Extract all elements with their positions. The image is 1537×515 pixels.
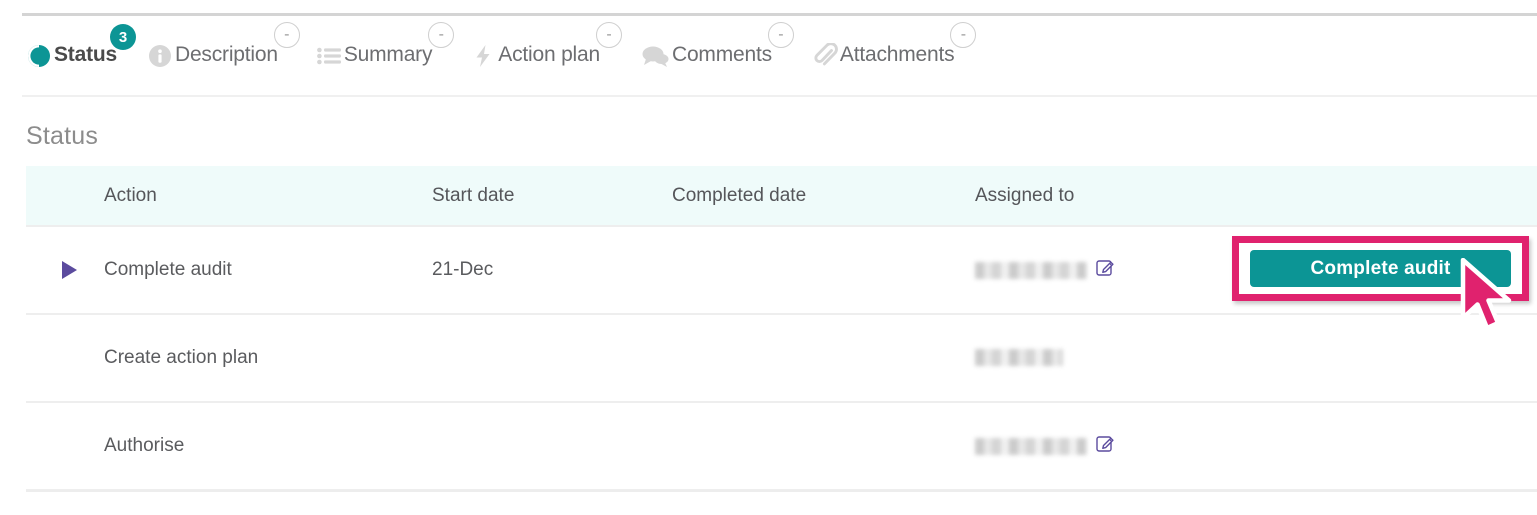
row-expand-cell: [26, 314, 104, 403]
tab-bar: Status 3 Description - Summary - Action …: [26, 22, 984, 84]
edit-assignee-icon[interactable]: [1096, 433, 1115, 458]
status-tab-panel: Status 3 Description - Summary - Action …: [0, 0, 1537, 515]
cell-completed-date: [672, 402, 975, 491]
row-expand-cell[interactable]: [26, 225, 104, 315]
tab-status[interactable]: Status 3: [26, 24, 136, 69]
info-circle-icon: [147, 43, 173, 69]
tab-action-plan[interactable]: Action plan -: [470, 22, 622, 69]
expand-caret-icon[interactable]: [62, 261, 77, 279]
column-header-action: Action: [104, 184, 157, 206]
cell-start-date: [432, 402, 672, 491]
complete-audit-button[interactable]: Complete audit: [1250, 250, 1511, 287]
table-header-row: Action Start date Completed date Assigne…: [26, 166, 1537, 226]
row-expand-cell: [26, 402, 104, 491]
lightning-bolt-icon: [470, 43, 496, 69]
status-actions-table: Action Start date Completed date Assigne…: [26, 166, 1537, 491]
edit-assignee-icon[interactable]: [1096, 257, 1115, 282]
contrast-circle-icon: [26, 43, 52, 69]
tab-action-plan-label: Action plan: [498, 43, 600, 66]
cell-assigned-to: [975, 225, 1243, 315]
table-row[interactable]: Create action plan: [26, 314, 1537, 403]
tab-status-badge: 3: [109, 24, 136, 50]
cell-start-date: [432, 314, 672, 403]
tab-comments-label: Comments: [671, 43, 772, 66]
tab-comments-badge: -: [767, 22, 794, 48]
cell-row-action: [1243, 402, 1537, 491]
tab-action-plan-badge: -: [595, 22, 622, 48]
column-header-completed-date: Completed date: [672, 184, 807, 206]
tab-attachments-label: Attachments: [839, 43, 955, 66]
bottom-divider: [26, 490, 1537, 492]
tab-description-label: Description: [174, 43, 278, 66]
tab-summary-label: Summary: [343, 43, 433, 66]
tab-description-badge: -: [273, 22, 300, 48]
column-header-caret: [26, 166, 104, 226]
cell-start-date: 21-Dec: [432, 225, 672, 315]
cell-action: Authorise: [104, 402, 432, 491]
tabbar-divider: [22, 95, 1537, 97]
page-title: Status: [26, 122, 99, 150]
column-header-assigned-to: Assigned to: [975, 184, 1075, 206]
cell-assigned-to: [975, 314, 1243, 403]
cell-completed-date: [672, 314, 975, 403]
tab-summary[interactable]: Summary -: [316, 22, 455, 69]
cell-completed-date: [672, 225, 975, 315]
list-bullets-icon: [316, 43, 342, 69]
redacted-name: [975, 437, 1087, 455]
tab-attachments-badge: -: [950, 22, 977, 48]
cell-action: Create action plan: [104, 314, 432, 403]
cell-action: Complete audit: [104, 225, 432, 315]
redacted-name: [975, 349, 1063, 367]
tab-description[interactable]: Description -: [147, 22, 300, 69]
tab-status-label: Status: [54, 43, 117, 66]
cell-row-action: [1243, 314, 1537, 403]
cell-assigned-to: [975, 402, 1243, 491]
top-divider: [22, 13, 1537, 16]
speech-bubbles-icon: [640, 43, 670, 69]
column-header-actions: [1243, 166, 1537, 226]
paperclip-icon: [812, 42, 838, 69]
column-header-start-date: Start date: [432, 184, 515, 206]
redacted-name: [975, 261, 1087, 279]
tab-comments[interactable]: Comments -: [640, 22, 794, 69]
tab-summary-badge: -: [428, 22, 455, 48]
tab-attachments[interactable]: Attachments -: [812, 22, 977, 69]
table-row[interactable]: Authorise: [26, 402, 1537, 491]
